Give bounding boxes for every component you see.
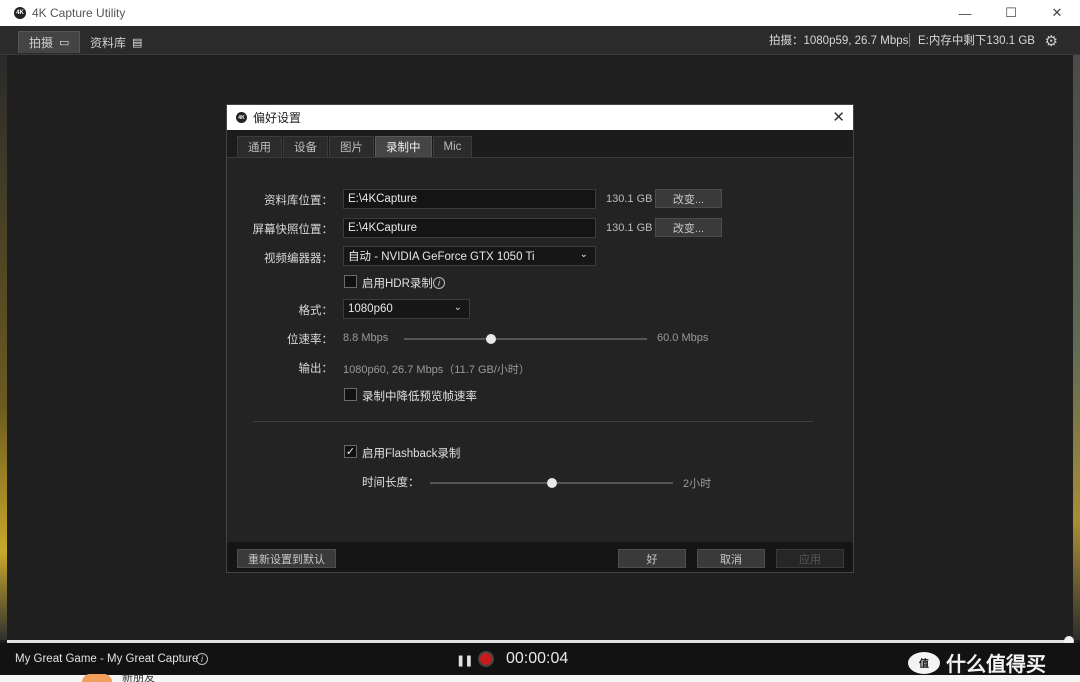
apply-button[interactable]: 应用 <box>776 549 844 568</box>
info-icon[interactable]: i <box>196 653 208 665</box>
snapshot-location-label: 屏幕快照位置： <box>252 224 334 236</box>
tab-capture-label: 拍摄 <box>29 36 54 50</box>
main-toolbar: 拍摄 ▭ 资料库 ▤ 拍摄：1080p59, 26.7 Mbps E:内存中剩下… <box>0 26 1080 55</box>
maximize-button[interactable]: ☐ <box>988 0 1034 26</box>
chevron-down-icon: ⌄ <box>453 302 462 313</box>
tab-recording[interactable]: 录制中 <box>375 136 432 157</box>
library-location-field[interactable]: E:\4KCapture <box>343 189 596 209</box>
preferences-dialog: 4K 偏好设置 ✕ 通用 设备 图片 录制中 Mic 资料库位置： E:\4KC… <box>226 104 854 573</box>
tab-general[interactable]: 通用 <box>237 136 282 157</box>
dialog-footer: 重新设置到默认 好 取消 应用 <box>227 542 853 572</box>
capture-status: 拍摄：1080p59, 26.7 Mbps <box>769 35 909 47</box>
format-label: 格式： <box>298 305 334 317</box>
dialog-titlebar: 4K 偏好设置 ✕ <box>227 105 853 130</box>
dialog-title: 偏好设置 <box>253 111 302 125</box>
window-title: 4K Capture Utility <box>32 6 126 20</box>
flashback-checkbox[interactable]: ✓ <box>344 445 357 458</box>
snapshot-location-field[interactable]: E:\4KCapture <box>343 218 596 238</box>
library-change-button[interactable]: 改变... <box>655 189 722 208</box>
video-encoder-select[interactable]: 自动 - NVIDIA GeForce GTX 1050 Ti ⌄ <box>343 246 596 266</box>
video-encoder-value: 自动 - NVIDIA GeForce GTX 1050 Ti <box>348 251 535 263</box>
minimize-button[interactable]: — <box>942 0 988 26</box>
app-logo-icon: 4K <box>14 7 26 19</box>
reset-defaults-button[interactable]: 重新设置到默认 <box>237 549 336 568</box>
reduce-preview-label: 录制中降低预览帧速率 <box>362 391 477 403</box>
pause-icon[interactable]: ❚❚ <box>456 654 473 667</box>
snapshot-change-button[interactable]: 改变... <box>655 218 722 237</box>
watermark: 值 什么值得买 <box>908 648 1046 677</box>
recording-timer: 00:00:04 <box>506 650 569 667</box>
video-encoder-label: 视频编器器： <box>264 253 333 265</box>
flashback-label: 启用Flashback录制 <box>362 448 461 460</box>
gear-icon[interactable]: ⚙ <box>1045 32 1058 50</box>
duration-max: 2小时 <box>683 478 712 490</box>
library-icon: ▤ <box>132 36 143 49</box>
chevron-down-icon: ⌄ <box>579 249 588 260</box>
dialog-content: 资料库位置： E:\4KCapture 130.1 GB 改变... 屏幕快照位… <box>227 157 853 542</box>
checkmark-icon: ✓ <box>345 446 356 458</box>
bitrate-min: 8.8 Mbps <box>343 332 389 344</box>
watermark-logo: 值 <box>908 651 940 674</box>
record-icon[interactable] <box>478 651 494 667</box>
bitrate-max: 60.0 Mbps <box>657 332 709 344</box>
dialog-logo-icon: 4K <box>236 112 247 123</box>
bitrate-slider-thumb[interactable] <box>486 334 497 344</box>
dialog-tabs: 通用 设备 图片 录制中 Mic <box>237 136 473 157</box>
window-titlebar: 4K 4K Capture Utility — ☐ ✕ <box>0 0 1080 26</box>
watermark-text: 什么值得买 <box>946 654 1046 676</box>
ok-button[interactable]: 好 <box>618 549 686 568</box>
background-page-strip <box>0 675 1080 682</box>
duration-label: 时间长度： <box>362 477 420 489</box>
background-preview-right <box>1073 55 1080 640</box>
tab-library-label: 资料库 <box>90 35 127 50</box>
format-value: 1080p60 <box>348 303 393 315</box>
storage-status: E:内存中剩下130.1 GB <box>918 35 1035 47</box>
library-location-label: 资料库位置： <box>264 195 333 207</box>
format-select[interactable]: 1080p60 ⌄ <box>343 299 470 319</box>
info-icon[interactable]: i <box>433 277 445 289</box>
capture-name: My Great Game - My Great Capture <box>15 653 199 665</box>
tab-pictures[interactable]: 图片 <box>329 136 374 157</box>
bitrate-slider-track[interactable] <box>404 338 647 340</box>
cancel-button[interactable]: 取消 <box>697 549 765 568</box>
bottom-status-bar: My Great Game - My Great Capture i ❚❚ 00… <box>0 643 1080 677</box>
reduce-preview-checkbox[interactable] <box>344 388 357 401</box>
tab-capture[interactable]: 拍摄 ▭ <box>18 31 81 53</box>
snapshot-free-space: 130.1 GB <box>606 222 653 234</box>
hdr-label: 启用HDR录制 <box>362 278 433 290</box>
output-value: 1080p60, 26.7 Mbps（11.7 GB/小时） <box>343 364 530 376</box>
tab-library[interactable]: 资料库 ▤ <box>80 31 152 53</box>
tab-mic[interactable]: Mic <box>432 136 473 157</box>
dialog-close-icon[interactable]: ✕ <box>832 108 845 126</box>
screen-icon: ▭ <box>59 37 70 49</box>
hdr-checkbox[interactable] <box>344 275 357 288</box>
background-preview-left <box>0 55 7 640</box>
window-controls: — ☐ ✕ <box>942 0 1080 26</box>
output-label: 输出： <box>298 363 334 375</box>
background-page-text: 新朋友 <box>122 674 155 682</box>
tab-devices[interactable]: 设备 <box>283 136 328 157</box>
library-free-space: 130.1 GB <box>606 193 653 205</box>
bitrate-label: 位速率： <box>287 334 333 346</box>
status-divider <box>909 33 910 47</box>
avatar <box>82 674 112 682</box>
close-button[interactable]: ✕ <box>1034 0 1080 26</box>
section-divider <box>253 421 813 422</box>
duration-slider-thumb[interactable] <box>546 478 557 488</box>
